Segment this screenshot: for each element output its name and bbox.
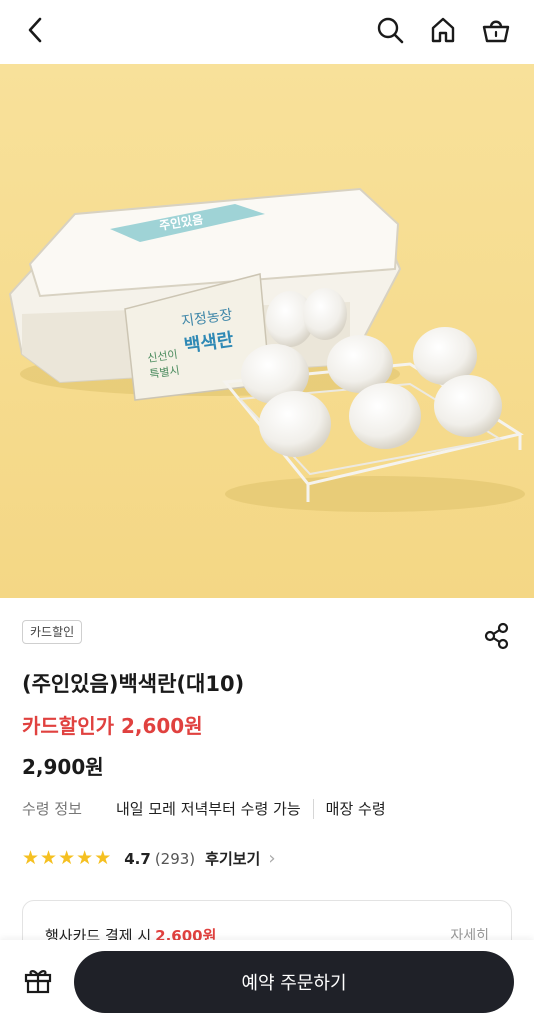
home-button[interactable] (423, 10, 463, 50)
search-button[interactable] (370, 10, 410, 50)
gift-button[interactable] (22, 964, 54, 996)
back-button[interactable] (16, 10, 56, 50)
top-bar (0, 0, 534, 64)
card-discount-badge: 카드할인 (22, 620, 83, 644)
bottom-action-bar: 예약 주문하기 (0, 940, 534, 1024)
product-title: (주인있음)백색란(대10) (22, 672, 245, 696)
regular-price: 2,900원 (22, 755, 104, 779)
rating-score: 4.7 (124, 849, 151, 868)
pickup-option-schedule: 내일 모레 저녁부터 수령 가능 (115, 800, 301, 818)
search-icon (377, 17, 404, 44)
shopping-basket-icon (482, 20, 510, 43)
reserve-order-button[interactable]: 예약 주문하기 (74, 951, 514, 1013)
cart-button[interactable] (476, 10, 516, 50)
star-icon: ★ (22, 847, 40, 869)
star-icon: ★ (94, 847, 112, 869)
star-icon: ★ (76, 847, 94, 869)
star-rating: ★ ★ ★ ★ ★ (22, 849, 112, 868)
star-icon: ★ (40, 847, 58, 869)
home-icon (431, 17, 455, 43)
view-reviews-link[interactable]: 후기보기 (205, 848, 260, 869)
star-icon: ★ (58, 847, 76, 869)
gift-icon (24, 970, 52, 994)
pickup-label: 수령 정보 (22, 800, 82, 818)
rating-row[interactable]: ★ ★ ★ ★ ★ 4.7 (293) 후기보기 › (22, 848, 276, 869)
pickup-option-store: 매장 수령 (325, 800, 386, 818)
product-image[interactable]: 주인있음 지정농장 백색란 신선이 특별시 (0, 64, 534, 598)
egg-carton-illustration: 주인있음 지정농장 백색란 신선이 특별시 (0, 64, 534, 598)
rating-count: (293) (154, 849, 196, 868)
pickup-divider (312, 798, 314, 819)
chevron-left-icon (28, 17, 42, 43)
share-button[interactable] (481, 620, 513, 652)
share-icon (484, 622, 509, 650)
card-sale-price: 카드할인가 2,600원 (22, 714, 203, 738)
pickup-info: 수령 정보 내일 모레 저녁부터 수령 가능 매장 수령 (22, 798, 386, 819)
chevron-right-icon: › (268, 848, 276, 869)
